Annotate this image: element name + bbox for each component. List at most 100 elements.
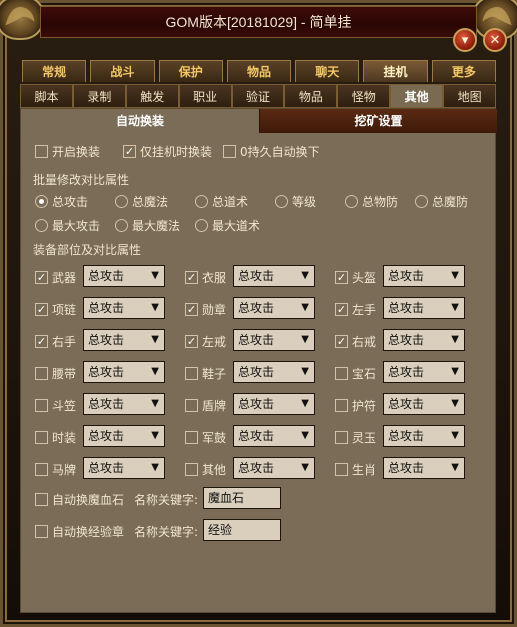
compare-attribute-dropdown[interactable]: 总攻击 ▼	[383, 425, 465, 447]
equip-slot-checkbox[interactable]	[185, 431, 198, 444]
equip-slot-checkbox[interactable]	[335, 367, 348, 380]
equip-slot-checkbox[interactable]	[335, 399, 348, 412]
equip-slot[interactable]: 鞋子	[185, 365, 226, 382]
equip-slot-checkbox[interactable]: ✓	[185, 303, 198, 316]
compare-attribute-dropdown[interactable]: 总攻击 ▼	[233, 297, 315, 319]
zero-durability-checkbox[interactable]	[223, 145, 236, 158]
equip-slot-checkbox[interactable]	[185, 399, 198, 412]
equip-slot-checkbox[interactable]: ✓	[35, 335, 48, 348]
compare-attribute-dropdown[interactable]: 总攻击 ▼	[383, 265, 465, 287]
compare-attribute-dropdown[interactable]: 总攻击 ▼	[233, 361, 315, 383]
compare-radio-option[interactable]: 最大道术	[195, 217, 260, 234]
second-tab-8[interactable]: 地图	[443, 84, 497, 108]
second-tab-5[interactable]: 物品	[284, 84, 338, 108]
equip-slot-checkbox[interactable]	[35, 463, 48, 476]
equip-slot-checkbox[interactable]: ✓	[185, 271, 198, 284]
equip-slot[interactable]: 腰带	[35, 365, 76, 382]
radio-button[interactable]	[275, 195, 288, 208]
radio-button[interactable]	[115, 195, 128, 208]
second-tab-6[interactable]: 怪物	[337, 84, 391, 108]
option-only-when-idle[interactable]: ✓ 仅挂机时换装	[123, 143, 212, 160]
equip-slot[interactable]: 马牌	[35, 461, 76, 478]
radio-button[interactable]	[195, 219, 208, 232]
equip-slot[interactable]: ✓ 右戒	[335, 333, 376, 350]
equip-slot-checkbox[interactable]: ✓	[35, 303, 48, 316]
second-tab-2[interactable]: 触发	[125, 84, 179, 108]
top-tab-2[interactable]: 保护	[158, 60, 223, 82]
radio-button[interactable]	[35, 195, 48, 208]
second-tab-1[interactable]: 录制	[72, 84, 126, 108]
compare-attribute-dropdown[interactable]: 总攻击 ▼	[383, 393, 465, 415]
compare-attribute-dropdown[interactable]: 总攻击 ▼	[233, 393, 315, 415]
top-tab-6[interactable]: 更多	[431, 60, 496, 82]
tab-auto-equip[interactable]: 自动换装	[21, 109, 259, 133]
top-tab-5[interactable]: 挂机	[363, 60, 428, 82]
minimize-button[interactable]: ▾	[453, 28, 477, 52]
equip-slot-checkbox[interactable]: ✓	[335, 303, 348, 316]
equip-slot[interactable]: 军鼓	[185, 429, 226, 446]
equip-slot-checkbox[interactable]: ✓	[185, 335, 198, 348]
auto-item-checkbox[interactable]	[35, 525, 48, 538]
compare-attribute-dropdown[interactable]: 总攻击 ▼	[83, 361, 165, 383]
compare-attribute-dropdown[interactable]: 总攻击 ▼	[383, 329, 465, 351]
top-tab-1[interactable]: 战斗	[90, 60, 155, 82]
second-tab-4[interactable]: 验证	[231, 84, 285, 108]
compare-radio-option[interactable]: 总魔法	[115, 193, 168, 210]
equip-slot[interactable]: ✓ 武器	[35, 269, 76, 286]
compare-attribute-dropdown[interactable]: 总攻击 ▼	[83, 297, 165, 319]
equip-slot-checkbox[interactable]: ✓	[335, 271, 348, 284]
auto-item-checkbox[interactable]	[35, 493, 48, 506]
equip-slot[interactable]: 斗笠	[35, 397, 76, 414]
radio-button[interactable]	[35, 219, 48, 232]
top-tab-3[interactable]: 物品	[226, 60, 292, 82]
compare-attribute-dropdown[interactable]: 总攻击 ▼	[83, 457, 165, 479]
close-button[interactable]: ✕	[483, 28, 507, 52]
equip-slot-checkbox[interactable]	[335, 463, 348, 476]
option-zero-durability[interactable]: 0持久自动换下	[223, 143, 320, 160]
equip-slot[interactable]: ✓ 左戒	[185, 333, 226, 350]
radio-button[interactable]	[415, 195, 428, 208]
equip-slot[interactable]: 盾牌	[185, 397, 226, 414]
equip-slot[interactable]: ✓ 头盔	[335, 269, 376, 286]
auto-item-option[interactable]: 自动换经验章 名称关键字:	[35, 523, 198, 540]
enable-swap-checkbox[interactable]	[35, 145, 48, 158]
compare-radio-option[interactable]: 总道术	[195, 193, 248, 210]
equip-slot-checkbox[interactable]	[35, 367, 48, 380]
compare-radio-option[interactable]: 总攻击	[35, 193, 88, 210]
compare-attribute-dropdown[interactable]: 总攻击 ▼	[233, 457, 315, 479]
compare-attribute-dropdown[interactable]: 总攻击 ▼	[233, 329, 315, 351]
compare-attribute-dropdown[interactable]: 总攻击 ▼	[383, 361, 465, 383]
equip-slot[interactable]: ✓ 勋章	[185, 301, 226, 318]
equip-slot[interactable]: ✓ 衣服	[185, 269, 226, 286]
equip-slot[interactable]: 生肖	[335, 461, 376, 478]
second-tab-7[interactable]: 其他	[390, 84, 444, 108]
name-keyword-input[interactable]: 魔血石	[203, 487, 281, 509]
equip-slot-checkbox[interactable]	[185, 367, 198, 380]
compare-attribute-dropdown[interactable]: 总攻击 ▼	[233, 265, 315, 287]
auto-item-option[interactable]: 自动换魔血石 名称关键字:	[35, 491, 198, 508]
compare-radio-option[interactable]: 最大魔法	[115, 217, 180, 234]
only-when-idle-checkbox[interactable]: ✓	[123, 145, 136, 158]
title-bar[interactable]: GOM版本[20181029] - 简单挂	[40, 6, 477, 38]
equip-slot-checkbox[interactable]	[335, 431, 348, 444]
equip-slot[interactable]: ✓ 项链	[35, 301, 76, 318]
equip-slot[interactable]: 护符	[335, 397, 376, 414]
compare-radio-option[interactable]: 等级	[275, 193, 316, 210]
compare-attribute-dropdown[interactable]: 总攻击 ▼	[233, 425, 315, 447]
equip-slot-checkbox[interactable]	[35, 431, 48, 444]
second-tab-0[interactable]: 脚本	[20, 84, 73, 108]
radio-button[interactable]	[195, 195, 208, 208]
equip-slot-checkbox[interactable]: ✓	[335, 335, 348, 348]
equip-slot-checkbox[interactable]	[35, 399, 48, 412]
equip-slot[interactable]: 其他	[185, 461, 226, 478]
top-tab-4[interactable]: 聊天	[295, 60, 360, 82]
compare-attribute-dropdown[interactable]: 总攻击 ▼	[383, 457, 465, 479]
compare-attribute-dropdown[interactable]: 总攻击 ▼	[83, 329, 165, 351]
tab-mining[interactable]: 挖矿设置	[259, 109, 497, 133]
compare-radio-option[interactable]: 总物防	[345, 193, 398, 210]
equip-slot-checkbox[interactable]: ✓	[35, 271, 48, 284]
equip-slot[interactable]: ✓ 左手	[335, 301, 376, 318]
option-enable-swap[interactable]: 开启换装	[35, 143, 100, 160]
equip-slot[interactable]: 宝石	[335, 365, 376, 382]
compare-attribute-dropdown[interactable]: 总攻击 ▼	[83, 425, 165, 447]
